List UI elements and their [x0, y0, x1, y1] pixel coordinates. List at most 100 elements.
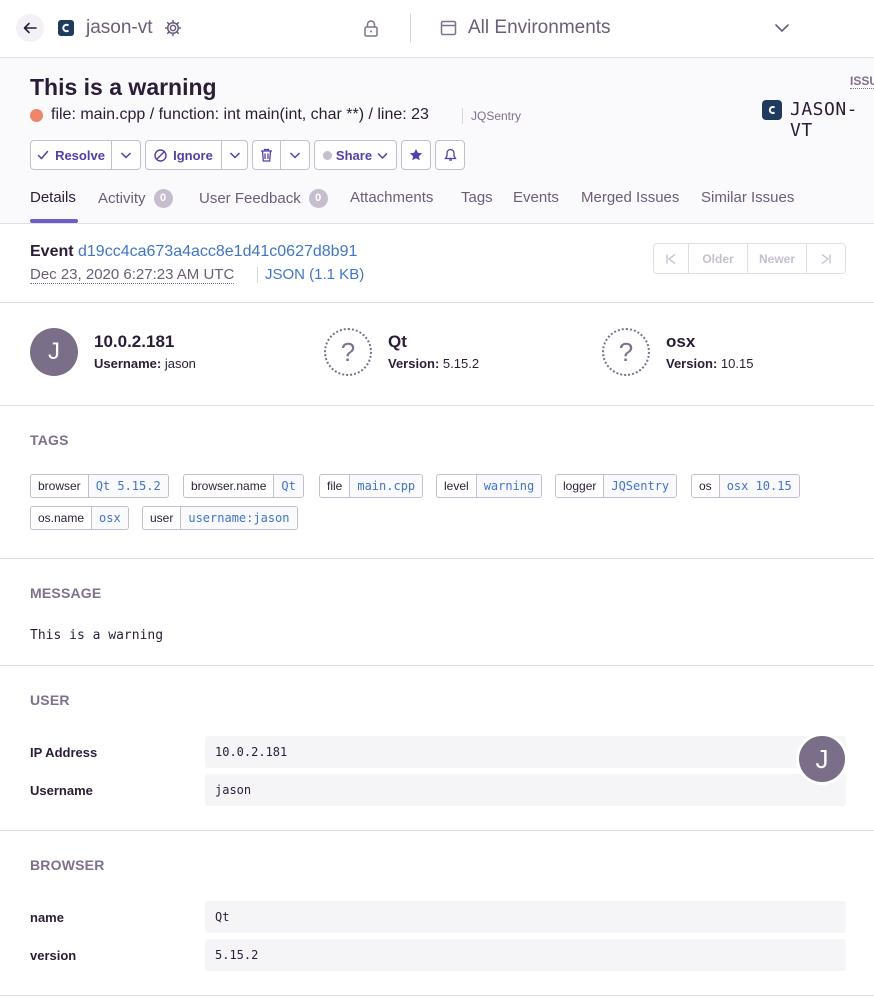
- tab-similar-issues[interactable]: Similar Issues: [701, 189, 794, 206]
- kv-value: jason: [205, 774, 846, 806]
- checkmark-icon: [37, 149, 49, 161]
- tab-tags[interactable]: Tags: [461, 189, 493, 206]
- issue-id-label: ISSU: [850, 74, 874, 89]
- culprit-divider: [462, 108, 463, 124]
- tab-user-feedback[interactable]: User Feedback 0: [199, 189, 328, 208]
- top-header: jason-vt All Environments: [0, 0, 874, 58]
- share-button[interactable]: Share: [314, 140, 397, 170]
- event-label: Event: [30, 243, 74, 260]
- chevron-down-icon: [120, 152, 132, 159]
- resolve-dropdown-button[interactable]: [112, 140, 141, 170]
- context-os-sub: Version: 10.15: [666, 356, 754, 371]
- header-divider: [410, 14, 411, 42]
- tag-pill[interactable]: os osx 10.15: [691, 474, 800, 498]
- back-button[interactable]: [16, 14, 44, 42]
- context-browser-title: Qt: [388, 332, 407, 351]
- project-logo-icon: [58, 20, 74, 36]
- chevron-down-icon: [229, 152, 240, 159]
- level-indicator: [30, 109, 43, 122]
- avatar: J: [30, 328, 78, 376]
- ignore-label: Ignore: [173, 147, 213, 163]
- issue-culprit: file: main.cpp / function: int main(int,…: [51, 106, 429, 123]
- project-name[interactable]: jason-vt: [86, 17, 153, 39]
- event-divider: [257, 267, 258, 283]
- subscribe-button[interactable]: [435, 140, 465, 170]
- calendar-icon: [440, 19, 457, 41]
- arrow-left-icon: [23, 22, 37, 34]
- context-summary: J 10.0.2.181 Username: jason ? Qt Versio…: [0, 303, 874, 406]
- trash-icon: [261, 148, 272, 162]
- context-user-sub: Username: jason: [94, 356, 196, 371]
- delete-dropdown-button[interactable]: [281, 140, 310, 170]
- skip-back-icon: [666, 253, 676, 264]
- issue-header: This is a warning file: main.cpp / funct…: [0, 58, 874, 224]
- section-divider: [0, 665, 874, 666]
- lock-icon[interactable]: [362, 19, 380, 42]
- ignore-button[interactable]: Ignore: [145, 140, 222, 170]
- kv-key: name: [30, 910, 64, 925]
- tags-section-title: TAGS: [30, 432, 69, 448]
- json-link[interactable]: JSON (1.1 KB): [265, 266, 364, 283]
- kv-value: Qt: [205, 901, 846, 933]
- older-event-button[interactable]: Older: [689, 244, 748, 273]
- section-divider: [0, 830, 874, 831]
- kv-value: 5.15.2: [205, 939, 846, 971]
- tag-pill[interactable]: browser.name Qt: [183, 474, 304, 498]
- delete-button[interactable]: [252, 140, 281, 170]
- chevron-down-icon: [377, 152, 388, 159]
- logger-label: JQSentry: [471, 109, 522, 123]
- tab-events[interactable]: Events: [513, 189, 559, 206]
- tag-pill[interactable]: file main.cpp: [319, 474, 424, 498]
- kv-key: version: [30, 948, 77, 963]
- project-logo-icon: [762, 100, 782, 120]
- tag-pill[interactable]: browser Qt 5.15.2: [30, 474, 169, 498]
- last-event-button[interactable]: [807, 244, 845, 273]
- kv-key: IP Address: [30, 745, 98, 760]
- unknown-icon: ?: [602, 328, 650, 376]
- unknown-icon: ?: [324, 328, 372, 376]
- star-icon: [410, 149, 422, 161]
- skip-forward-icon: [821, 253, 831, 264]
- share-label: Share: [335, 147, 373, 163]
- tab-attachments[interactable]: Attachments: [350, 189, 433, 206]
- issue-title: This is a warning: [30, 74, 217, 100]
- user-feedback-count-badge: 0: [308, 189, 328, 208]
- message-text: This is a warning: [30, 628, 164, 643]
- context-browser-sub: Version: 5.15.2: [388, 356, 480, 371]
- ignore-dropdown-button[interactable]: [222, 140, 248, 170]
- tab-details[interactable]: Details: [30, 189, 76, 206]
- newer-event-button[interactable]: Newer: [748, 244, 807, 273]
- user-section-title: USER: [30, 692, 70, 708]
- message-section-title: MESSAGE: [30, 585, 102, 601]
- avatar: J: [796, 733, 848, 785]
- share-status-dot: [322, 150, 332, 160]
- bookmark-button[interactable]: [401, 140, 431, 170]
- ignore-icon: [154, 148, 167, 162]
- chevron-down-icon[interactable]: [774, 21, 790, 40]
- first-event-button[interactable]: [654, 244, 689, 273]
- environment-selector[interactable]: All Environments: [468, 17, 611, 39]
- section-divider: [0, 558, 874, 559]
- tag-pill[interactable]: os.name osx: [30, 506, 129, 530]
- resolve-label: Resolve: [55, 147, 105, 163]
- kv-value: 10.0.2.181: [205, 736, 846, 768]
- context-user-title: 10.0.2.181: [94, 332, 175, 351]
- event-id-link[interactable]: d19cc4ca673a4acc8e1d41c0627d8b91: [78, 243, 357, 261]
- section-divider: [0, 995, 874, 996]
- kv-key: Username: [30, 783, 93, 798]
- gear-icon[interactable]: [164, 19, 182, 42]
- event-date: Dec 23, 2020 6:27:23 AM UTC: [30, 266, 235, 284]
- active-tab-indicator: [30, 219, 78, 223]
- browser-section-title: BROWSER: [30, 857, 105, 873]
- tab-merged-issues[interactable]: Merged Issues: [581, 189, 679, 206]
- tag-pill[interactable]: logger JQSentry: [555, 474, 678, 498]
- resolve-button[interactable]: Resolve: [30, 140, 112, 170]
- event-pager: Older Newer: [653, 243, 846, 274]
- tab-activity[interactable]: Activity 0: [98, 189, 173, 208]
- tag-pill[interactable]: user username:jason: [142, 506, 298, 530]
- tag-pill[interactable]: level warning: [436, 474, 543, 498]
- event-header: Event d19cc4ca673a4acc8e1d41c0627d8b91 D…: [0, 224, 874, 303]
- activity-count-badge: 0: [153, 189, 173, 208]
- issue-short-id[interactable]: JASON-VT: [790, 99, 874, 141]
- context-os-title: osx: [666, 332, 696, 351]
